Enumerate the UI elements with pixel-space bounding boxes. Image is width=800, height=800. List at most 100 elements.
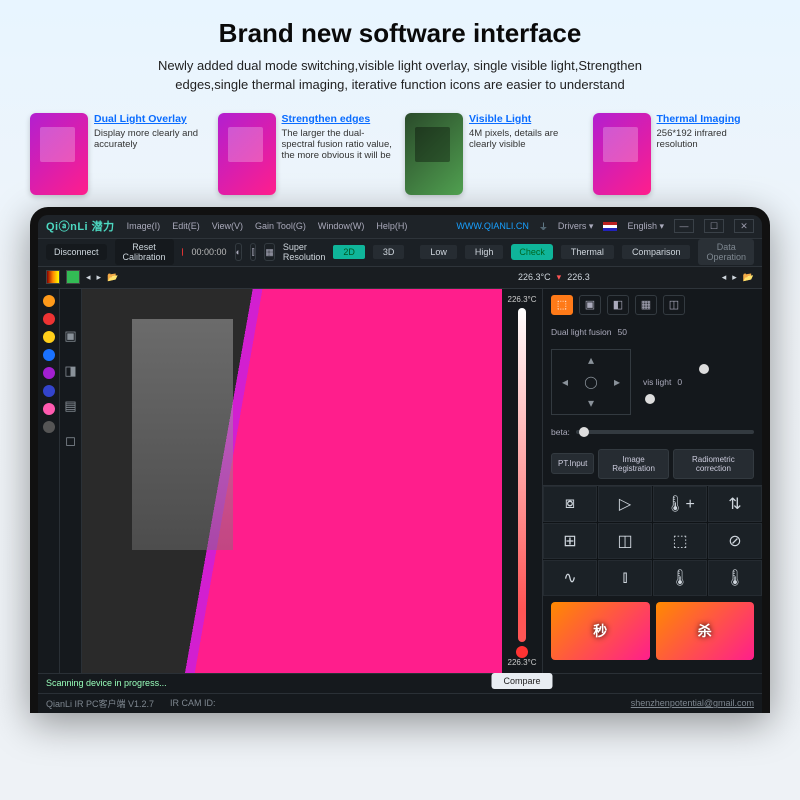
chevron-right-icon[interactable]: ▸: [732, 272, 737, 283]
gain-low-button[interactable]: Low: [420, 245, 457, 259]
super-resolution-label: Super Resolution: [283, 242, 326, 262]
fusion-value: 50: [617, 327, 626, 337]
layout-icon[interactable]: ◻: [65, 434, 76, 447]
chevron-right-icon[interactable]: ▸: [97, 272, 102, 283]
image-icon[interactable]: ▦: [264, 243, 275, 261]
data-operation-button[interactable]: Data Operation: [698, 239, 754, 265]
feature-visible-light: Visible Light4M pixels, details are clea…: [405, 113, 583, 195]
focus-center-icon[interactable]: ◯: [578, 371, 604, 392]
contact-email[interactable]: shenzhenpotential@gmail.com: [631, 698, 754, 708]
palette-thermal-icon[interactable]: [46, 270, 60, 284]
palette-color[interactable]: [43, 367, 55, 379]
tool-button[interactable]: ⬚: [653, 523, 707, 559]
gauge-top-value: 226.3°C: [508, 295, 537, 304]
tool-button[interactable]: 🌡: [653, 560, 707, 596]
feature-desc: 256*192 infrared resolution: [657, 128, 727, 150]
thumb-visible-icon: [405, 113, 463, 195]
preview-b[interactable]: 杀: [656, 602, 755, 660]
tool-button[interactable]: ⇅: [708, 486, 762, 522]
image-registration-button[interactable]: Image Registration: [598, 449, 668, 479]
tool-button[interactable]: ◫: [598, 523, 652, 559]
brand-logo: QiⓐnLi 潜力: [46, 218, 115, 234]
tool-button[interactable]: ⫾: [598, 560, 652, 596]
open-folder-icon[interactable]: 📂: [743, 272, 754, 283]
radiometric-correction-button[interactable]: Radiometric correction: [673, 449, 754, 479]
contrast-icon[interactable]: ◐: [235, 243, 242, 261]
palette-color[interactable]: [43, 331, 55, 343]
cam-id-label: IR CAM ID:: [170, 698, 216, 708]
tool-button[interactable]: ∿: [543, 560, 597, 596]
tool-button[interactable]: ▷: [598, 486, 652, 522]
close-button[interactable]: ✕: [734, 219, 754, 233]
menu-edit[interactable]: Edit(E): [172, 221, 200, 231]
tool-button[interactable]: ⊘: [708, 523, 762, 559]
language-dropdown[interactable]: English ▾: [627, 221, 664, 232]
chevron-left-icon[interactable]: ◂: [722, 272, 727, 283]
palette-color[interactable]: [43, 295, 55, 307]
side-panel: ⬚▣◧▦◫ Dual light fusion 50 ▴ ◂◯▸ ▾: [542, 289, 762, 673]
display-mode-button[interactable]: ◧: [607, 295, 629, 315]
feature-title: Thermal Imaging: [657, 113, 771, 125]
tool-button[interactable]: 🌡: [708, 560, 762, 596]
arrow-right-icon[interactable]: ▸: [604, 371, 630, 392]
tool-button[interactable]: ⧇: [543, 486, 597, 522]
layout-icon[interactable]: ▣: [64, 329, 76, 342]
temperature-gauge: 226.3°C 226.3°C Compare: [502, 289, 542, 673]
arrow-up-icon[interactable]: ▴: [578, 350, 604, 371]
version-label: QianLi IR PC客户端 V1.2.7: [46, 697, 154, 710]
menu-gain-tool[interactable]: Gain Tool(G): [255, 221, 306, 231]
preview-a-label: 秒: [593, 621, 607, 641]
display-mode-button[interactable]: ⬚: [551, 295, 573, 315]
layout-icon[interactable]: ▤: [64, 399, 76, 412]
preview-b-label: 杀: [698, 621, 712, 641]
display-mode-button[interactable]: ▦: [635, 295, 657, 315]
arrow-down-icon[interactable]: ▾: [578, 392, 604, 413]
tool-button[interactable]: ⊞: [543, 523, 597, 559]
site-link[interactable]: WWW.QIANLI.CN: [456, 221, 529, 231]
disconnect-button[interactable]: Disconnect: [46, 244, 107, 260]
toolbar-primary: Disconnect Reset Calibration 00:00:00 ◐ …: [38, 239, 762, 267]
histogram-icon[interactable]: ⫿: [250, 243, 256, 261]
palette-color[interactable]: [43, 349, 55, 361]
usb-icon: ⏚: [539, 220, 548, 233]
beta-slider[interactable]: [576, 430, 754, 434]
thumb-thermal-icon: [218, 113, 276, 195]
menu-image[interactable]: Image(I): [127, 221, 161, 231]
minimize-button[interactable]: —: [674, 219, 694, 233]
reset-calibration-button[interactable]: Reset Calibration: [115, 239, 174, 265]
pt-input-button[interactable]: PT.Input: [551, 453, 594, 474]
display-mode-button[interactable]: ▣: [579, 295, 601, 315]
arrow-left-icon[interactable]: ◂: [552, 371, 578, 392]
menu-window[interactable]: Window(W): [318, 221, 365, 231]
mode-2d-button[interactable]: 2D: [333, 245, 365, 259]
chevron-left-icon[interactable]: ◂: [86, 272, 91, 283]
palette-color[interactable]: [43, 313, 55, 325]
tab-thermal[interactable]: Thermal: [561, 245, 614, 259]
tool-button[interactable]: 🌡+: [653, 486, 707, 522]
preview-a[interactable]: 秒: [551, 602, 650, 660]
palette-color[interactable]: [43, 403, 55, 415]
maximize-button[interactable]: ☐: [704, 219, 724, 233]
palette-green-icon[interactable]: [66, 270, 80, 284]
drivers-dropdown[interactable]: Drivers ▾: [558, 221, 594, 232]
image-viewer[interactable]: [82, 289, 502, 673]
compare-button[interactable]: Compare: [491, 673, 552, 689]
tab-comparison[interactable]: Comparison: [622, 245, 691, 259]
layout-icon[interactable]: ◨: [64, 364, 76, 377]
display-mode-button[interactable]: ◫: [663, 295, 685, 315]
focus-pad[interactable]: ▴ ◂◯▸ ▾: [551, 349, 631, 415]
mode-3d-button[interactable]: 3D: [373, 245, 405, 259]
menu-help[interactable]: Help(H): [376, 221, 407, 231]
menu-view[interactable]: View(V): [212, 221, 243, 231]
temp-low-label: 226.3: [567, 272, 590, 282]
gain-high-button[interactable]: High: [465, 245, 504, 259]
palette-color[interactable]: [43, 385, 55, 397]
vis-light-value: 0: [677, 377, 682, 387]
app-window: QiⓐnLi 潜力 Image(I) Edit(E) View(V) Gain …: [38, 215, 762, 713]
hero-desc: Newly added dual mode switching,visible …: [120, 57, 680, 95]
palette-color[interactable]: [43, 421, 55, 433]
check-button[interactable]: Check: [511, 244, 553, 260]
feature-desc: 4M pixels, details are clearly visible: [469, 128, 558, 150]
open-folder-icon[interactable]: 📂: [107, 272, 118, 283]
tools-grid: ⧇▷🌡+⇅⊞◫⬚⊘∿⫾🌡🌡: [543, 485, 762, 596]
